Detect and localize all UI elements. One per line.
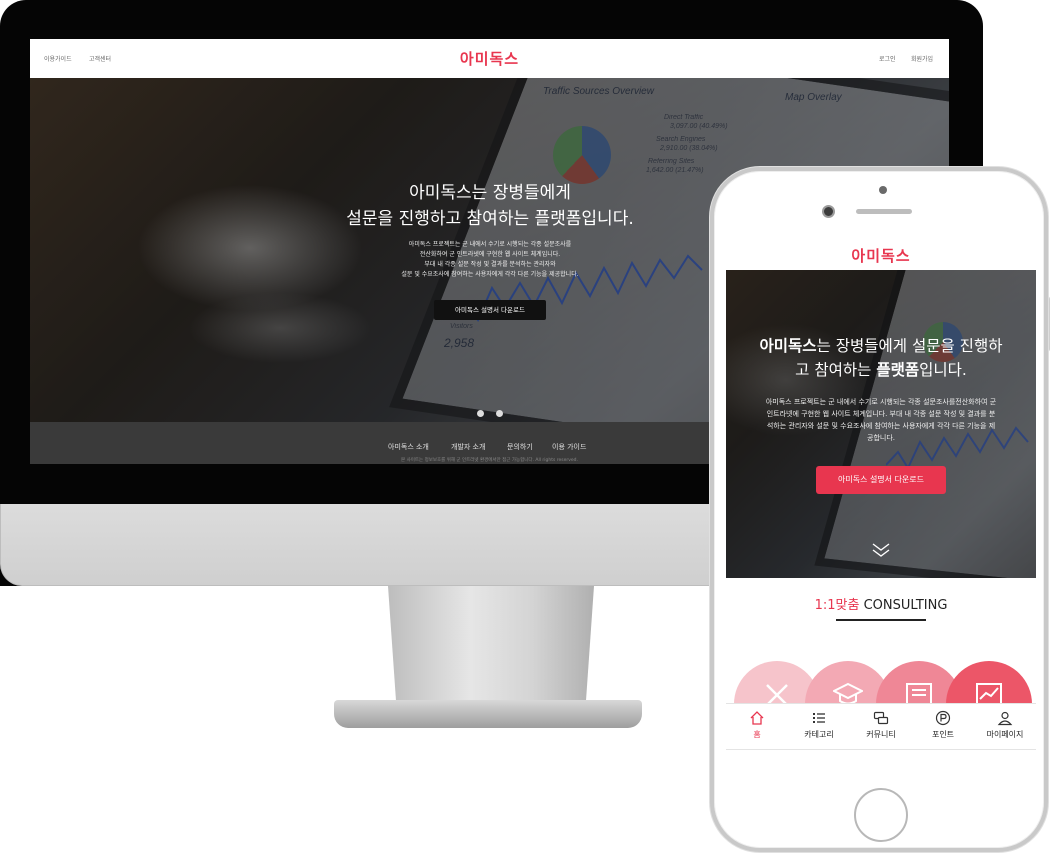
- slider-dot-2[interactable]: [496, 410, 503, 417]
- imac-stand-base: [334, 700, 642, 728]
- tab-mypage[interactable]: 마이페이지: [974, 710, 1036, 740]
- tabbar-bottom-divider: [726, 749, 1036, 750]
- mobile-hero-desc-line: 공합니다.: [867, 434, 895, 442]
- desktop-header: 이용가이드 고객센터 아미독스 로그인 회원가입: [30, 39, 949, 78]
- phone-home-button[interactable]: [854, 788, 908, 842]
- mobile-hero: 아미독스는 장병들에게 설문을 진행하 고 참여하는 플랫폼입니다. 아미독스 …: [726, 270, 1036, 578]
- hero-title-line1: 아미독스는 장병들에게: [409, 183, 571, 203]
- consulting-underline: [836, 619, 926, 621]
- signup-link[interactable]: 회원가입: [911, 54, 933, 63]
- home-icon: [750, 711, 764, 725]
- phone-speaker: [856, 209, 912, 214]
- footer-link-developers[interactable]: 개발자 소개: [451, 442, 485, 452]
- tab-community-label: 커뮤니티: [866, 730, 896, 739]
- mobile-hero-desc-line: 아미독스 프로젝트는 군 내에서 수기로 시행되는 각종 설문조사를전산화하여 …: [765, 398, 997, 406]
- mobile-hero-description: 아미독스 프로젝트는 군 내에서 수기로 시행되는 각종 설문조사를전산화하여 …: [734, 396, 1028, 444]
- mobile-hero-desc-line: 석하는 관리자와 설문 및 수요조사에 참여하는 사용자에게 각각 다른 기능을…: [766, 422, 996, 430]
- tab-category-label: 카테고리: [804, 730, 834, 739]
- hero-desc-line: 부대 내 각종 설문 작성 및 결과를 분석하는 관리자와: [424, 261, 556, 268]
- mobile-hero-title-line2-post: 입니다.: [919, 361, 967, 379]
- hero-desc-line: 설문 및 수요조사에 참여하는 사용자에게 각각 다른 기능을 제공합니다.: [401, 271, 579, 278]
- footer-link-about[interactable]: 아미독스 소개: [388, 442, 429, 452]
- phone-camera-icon: [822, 205, 835, 218]
- phone-sensor: [879, 186, 887, 194]
- slider-dot-1[interactable]: [477, 410, 484, 417]
- mobile-site-logo[interactable]: 아미독스: [726, 245, 1036, 266]
- consulting-highlight: 1:1맞춤: [814, 598, 860, 613]
- mobile-bottom-tabbar: 홈 카테고리 커뮤니티 포인트 마이페이지: [726, 703, 1036, 749]
- imac-stand-neck: [388, 586, 594, 704]
- scroll-down-chevron-icon[interactable]: [871, 542, 891, 558]
- mobile-screen: 아미독스 아미독스는 장병들에게 설문을 진행하 고 참여하는 플랫폼입니다. …: [726, 236, 1036, 783]
- consulting-text: CONSULTING: [863, 598, 948, 613]
- tab-mypage-label: 마이페이지: [986, 730, 1024, 739]
- point-icon: [935, 710, 951, 726]
- tab-point-label: 포인트: [931, 730, 955, 739]
- mobile-hero-title: 아미독스는 장병들에게 설문을 진행하 고 참여하는 플랫폼입니다.: [736, 334, 1026, 382]
- site-logo[interactable]: 아미독스: [30, 48, 949, 69]
- tab-point[interactable]: 포인트: [912, 710, 974, 740]
- hero-desc-line: 아미독스 프로젝트는 군 내에서 수기로 시행되는 각종 설문조사를: [408, 241, 572, 248]
- mobile-hero-desc-line: 인트라넷에 구현한 웹 사이트 체계입니다. 부대 내 각종 설문 작성 및 결…: [766, 410, 996, 418]
- mobile-download-manual-button[interactable]: 아미독스 설명서 다운로드: [816, 466, 946, 494]
- mobile-hero-title-line1: 는 장병들에게 설문을 진행하: [816, 337, 1003, 355]
- tab-home[interactable]: 홈: [726, 710, 788, 740]
- hero-title-line2: 설문을 진행하고 참여하는 플랫폼입니다.: [346, 209, 634, 229]
- tab-home-label: 홈: [753, 730, 761, 739]
- tab-category[interactable]: 카테고리: [788, 710, 850, 740]
- hero-description: 아미독스 프로젝트는 군 내에서 수기로 시행되는 각종 설문조사를 전산화하여…: [290, 240, 690, 280]
- mobile-hero-title-line2-bold: 플랫폼: [876, 361, 920, 379]
- iphone-frame: 아미독스 아미독스는 장병들에게 설문을 진행하 고 참여하는 플랫폼입니다. …: [710, 167, 1048, 852]
- hero-desc-line: 전산화하여 군 인트라넷에 구현한 웹 사이트 체계입니다.: [419, 251, 561, 258]
- device-mockup-stage: 이용가이드 고객센터 아미독스 로그인 회원가입 Traffic Sources…: [0, 0, 1052, 853]
- footer-link-contact[interactable]: 문의하기: [507, 442, 533, 452]
- mobile-hero-title-line2-pre: 고 참여하는: [795, 361, 877, 379]
- consulting-heading: 1:1맞춤 CONSULTING: [726, 594, 1036, 613]
- login-link[interactable]: 로그인: [879, 54, 896, 63]
- list-icon: [813, 713, 825, 723]
- chat-icon: [873, 711, 889, 725]
- hero-title: 아미독스는 장병들에게 설문을 진행하고 참여하는 플랫폼입니다.: [230, 180, 750, 232]
- footer-link-guide[interactable]: 이용 가이드: [552, 442, 586, 452]
- tab-community[interactable]: 커뮤니티: [850, 710, 912, 740]
- user-icon: [997, 711, 1013, 726]
- mobile-hero-title-bold: 아미독스: [759, 337, 817, 355]
- download-manual-button[interactable]: 아미독스 설명서 다운로드: [434, 300, 546, 320]
